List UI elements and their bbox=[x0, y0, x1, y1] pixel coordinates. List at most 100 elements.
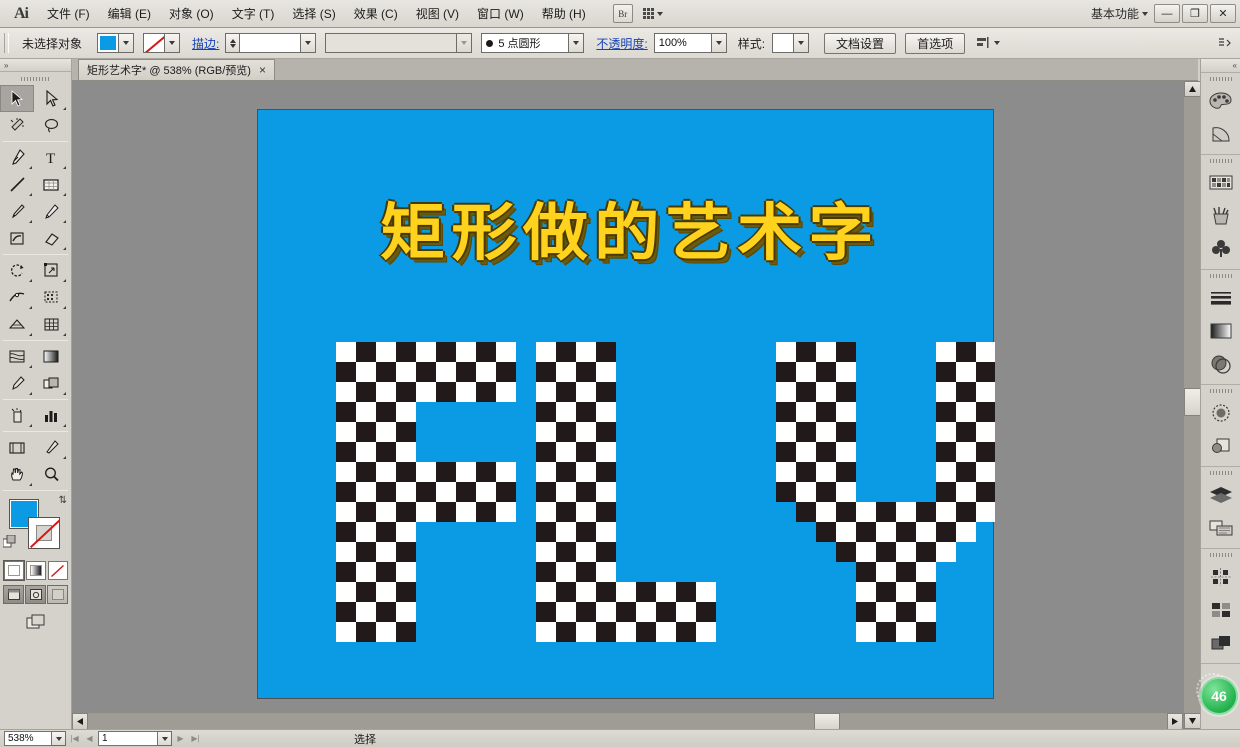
close-button[interactable]: ✕ bbox=[1210, 4, 1236, 23]
gradient-tool[interactable] bbox=[0, 343, 34, 370]
panel-dock-header[interactable]: « bbox=[1201, 59, 1240, 73]
minimize-button[interactable]: — bbox=[1154, 4, 1180, 23]
type-tool[interactable]: T bbox=[34, 144, 68, 171]
hand-tool[interactable] bbox=[0, 461, 34, 488]
magic-wand-tool[interactable] bbox=[0, 112, 34, 139]
direct-selection-tool[interactable] bbox=[34, 85, 68, 112]
vertical-scroll-thumb[interactable] bbox=[1184, 388, 1201, 416]
tools-panel-header[interactable]: » bbox=[0, 59, 71, 72]
page-number-dropdown-button[interactable] bbox=[158, 731, 172, 746]
stroke-swatch[interactable] bbox=[143, 33, 166, 53]
stroke-profile-control[interactable] bbox=[325, 33, 473, 53]
opacity-dropdown-button[interactable] bbox=[711, 33, 727, 53]
panel-group-grip[interactable] bbox=[1201, 549, 1240, 560]
page-number-input[interactable]: 1 bbox=[98, 731, 158, 746]
gradient-mode-button[interactable] bbox=[25, 561, 46, 580]
zoom-level-dropdown-button[interactable] bbox=[52, 731, 66, 746]
arrange-documents-icon[interactable] bbox=[642, 4, 663, 23]
stroke-link-label[interactable]: 描边: bbox=[189, 35, 222, 52]
scale-tool[interactable] bbox=[34, 257, 68, 284]
pen-tool[interactable] bbox=[0, 144, 34, 171]
transparency-panel-button[interactable] bbox=[1201, 347, 1240, 380]
checkerboard-word-fly[interactable] bbox=[258, 110, 995, 700]
toolbar-stroke-swatch[interactable] bbox=[28, 517, 60, 549]
brush-definition-control[interactable]: 5 点圆形 bbox=[481, 33, 585, 53]
double-chevron-icon[interactable]: « bbox=[1233, 61, 1238, 70]
canvas-area[interactable]: 矩形做的艺术字 bbox=[72, 81, 1183, 729]
pencil-tool[interactable] bbox=[34, 198, 68, 225]
zoom-level-input[interactable]: 538% bbox=[4, 731, 52, 746]
restore-button[interactable]: ❐ bbox=[1182, 4, 1208, 23]
menu-file[interactable]: 文件 (F) bbox=[38, 2, 99, 26]
menu-type[interactable]: 文字 (T) bbox=[223, 2, 284, 26]
swatches-panel-button[interactable] bbox=[1201, 166, 1240, 199]
bridge-icon[interactable]: Br bbox=[612, 4, 633, 23]
panel-group-grip[interactable] bbox=[1201, 467, 1240, 478]
eraser-tool[interactable] bbox=[34, 225, 68, 252]
selection-tool[interactable] bbox=[0, 85, 34, 112]
first-page-button[interactable]: |◀ bbox=[68, 731, 81, 746]
blob-brush-tool[interactable] bbox=[0, 225, 34, 252]
menu-object[interactable]: 对象 (O) bbox=[160, 2, 223, 26]
stroke-panel-button[interactable] bbox=[1201, 281, 1240, 314]
rectangle-tool[interactable] bbox=[34, 171, 68, 198]
scroll-left-button[interactable] bbox=[72, 713, 88, 730]
document-setup-button[interactable]: 文档设置 bbox=[824, 32, 897, 54]
opacity-input[interactable]: 100% bbox=[653, 33, 712, 53]
column-graph-tool[interactable] bbox=[34, 402, 68, 429]
prev-page-button[interactable]: ◀ bbox=[83, 731, 96, 746]
rotate-tool[interactable] bbox=[0, 257, 34, 284]
menu-view[interactable]: 视图 (V) bbox=[407, 2, 468, 26]
menu-edit[interactable]: 编辑 (E) bbox=[99, 2, 160, 26]
swap-fill-stroke-icon[interactable]: ⇅ bbox=[59, 495, 67, 506]
fill-color-control[interactable] bbox=[97, 33, 135, 53]
opacity-control[interactable]: 100% bbox=[653, 33, 727, 53]
fill-swatch[interactable] bbox=[97, 33, 120, 53]
panel-group-grip[interactable] bbox=[1201, 155, 1240, 166]
control-bar-grip[interactable] bbox=[4, 33, 9, 53]
menu-help[interactable]: 帮助 (H) bbox=[533, 2, 595, 26]
horizontal-scroll-thumb[interactable] bbox=[814, 713, 840, 730]
color-mode-button[interactable] bbox=[3, 561, 24, 580]
align-dropdown[interactable] bbox=[976, 36, 1001, 50]
pathfinder-panel-button[interactable] bbox=[1201, 593, 1240, 626]
control-panel-menu-button[interactable] bbox=[1218, 37, 1240, 49]
artboard-tool[interactable] bbox=[0, 434, 34, 461]
zoom-level-control[interactable]: 538% bbox=[4, 731, 66, 746]
brush-definition-input[interactable]: 5 点圆形 bbox=[481, 33, 570, 53]
graphic-style-dropdown-button[interactable] bbox=[794, 33, 810, 53]
eyedropper-tool[interactable] bbox=[0, 370, 34, 397]
stroke-weight-stepper[interactable] bbox=[225, 33, 240, 53]
panel-group-grip[interactable] bbox=[1201, 73, 1240, 84]
stroke-color-control[interactable] bbox=[143, 33, 181, 53]
color-panel-button[interactable] bbox=[1201, 84, 1240, 117]
lasso-tool[interactable] bbox=[34, 112, 68, 139]
horizontal-scrollbar[interactable] bbox=[72, 712, 1183, 730]
brushes-panel-button[interactable] bbox=[1201, 199, 1240, 232]
align-panel-button[interactable] bbox=[1201, 560, 1240, 593]
tab-close-icon[interactable]: × bbox=[259, 63, 266, 77]
scroll-right-button[interactable] bbox=[1167, 713, 1183, 730]
paintbrush-tool[interactable] bbox=[0, 198, 34, 225]
menu-effect[interactable]: 效果 (C) bbox=[345, 2, 407, 26]
normal-screen-mode-button[interactable] bbox=[3, 585, 24, 604]
fill-dropdown-button[interactable] bbox=[119, 33, 135, 53]
blend-tool[interactable] bbox=[34, 370, 68, 397]
next-page-button[interactable]: ▶ bbox=[174, 731, 187, 746]
menu-window[interactable]: 窗口 (W) bbox=[468, 2, 533, 26]
vertical-scrollbar[interactable] bbox=[1183, 81, 1201, 729]
graphic-style-swatch[interactable] bbox=[772, 33, 795, 53]
zoom-tool[interactable] bbox=[34, 461, 68, 488]
symbols-panel-button[interactable] bbox=[1201, 232, 1240, 265]
scroll-down-button[interactable] bbox=[1184, 713, 1201, 729]
stroke-weight-control[interactable] bbox=[225, 33, 317, 53]
panel-group-grip[interactable] bbox=[1201, 270, 1240, 281]
symbol-sprayer-tool[interactable] bbox=[0, 402, 34, 429]
graphic-styles-panel-button[interactable] bbox=[1201, 429, 1240, 462]
stroke-profile-dropdown-button[interactable] bbox=[457, 33, 473, 53]
page-number-control[interactable]: 1 bbox=[98, 731, 172, 746]
stroke-weight-dropdown-button[interactable] bbox=[301, 33, 317, 53]
none-mode-button[interactable] bbox=[47, 561, 68, 580]
workspace-switcher[interactable]: 基本功能 bbox=[1091, 5, 1154, 22]
menu-select[interactable]: 选择 (S) bbox=[283, 2, 344, 26]
